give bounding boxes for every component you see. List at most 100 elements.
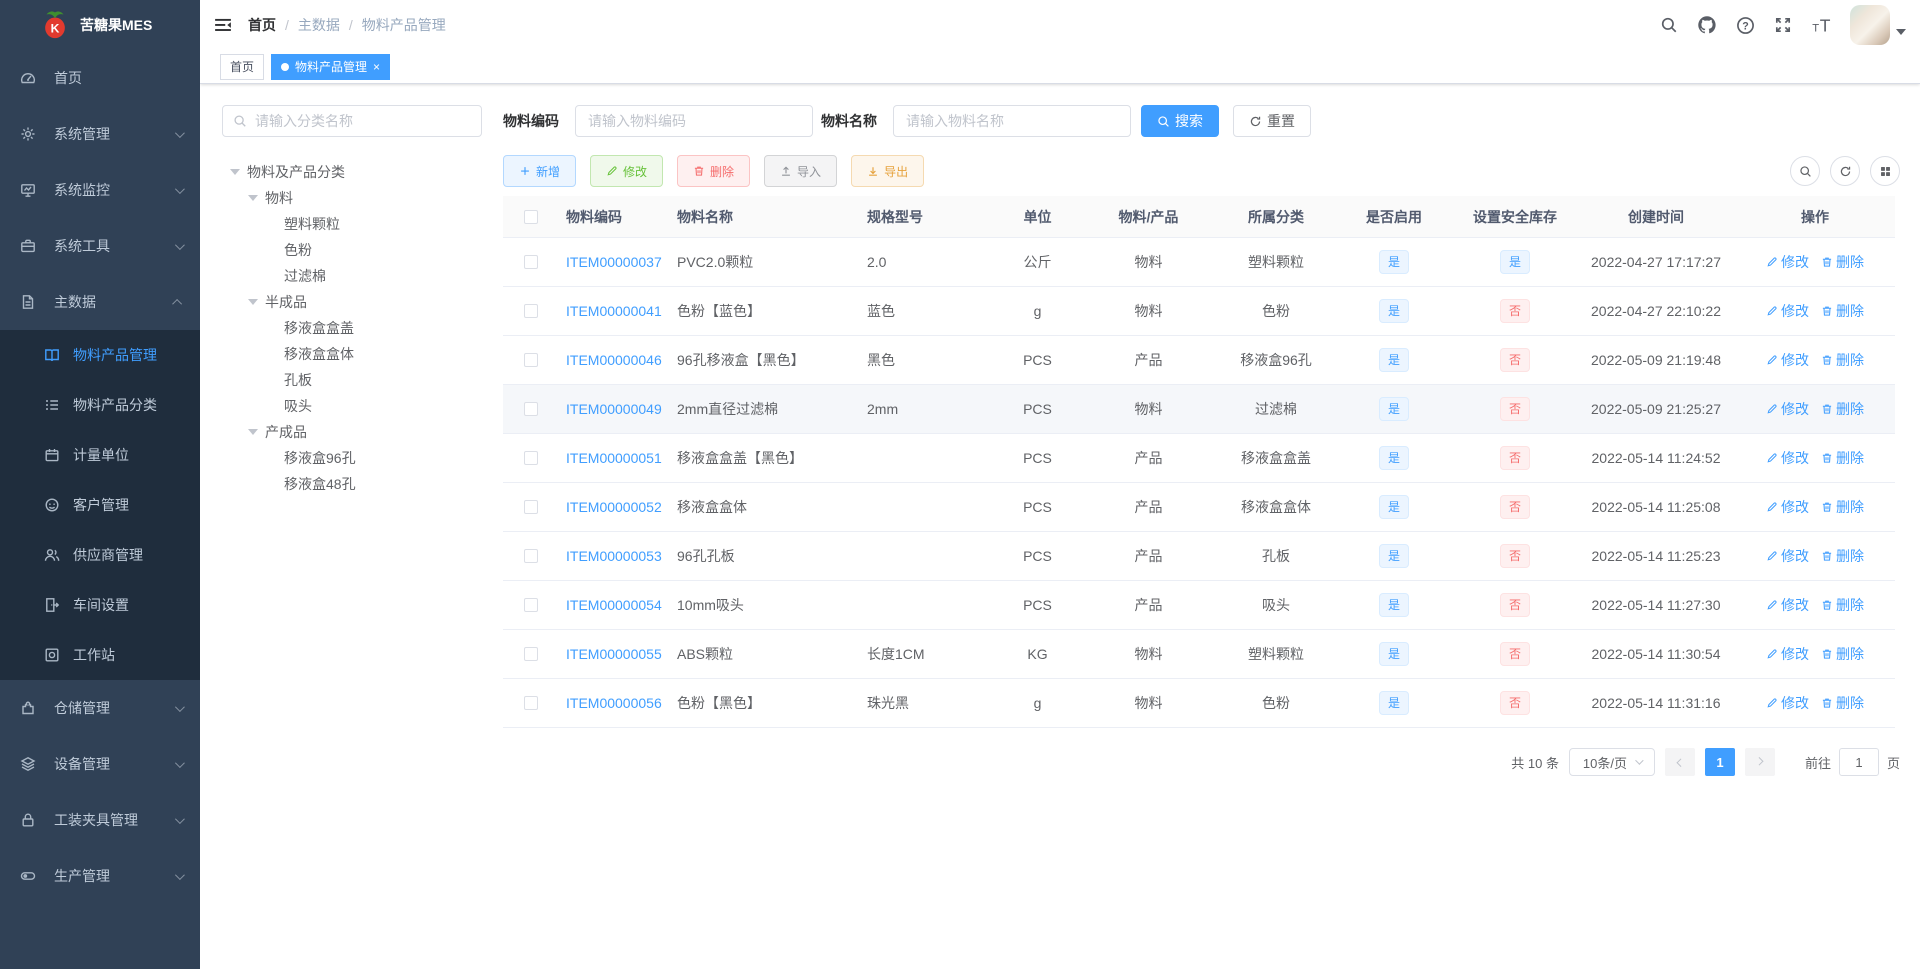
item-code-link[interactable]: ITEM00000041 [566, 303, 662, 319]
edit-link[interactable]: 修改 [1766, 350, 1809, 370]
tab-home[interactable]: 首页 [220, 53, 265, 80]
search-button[interactable]: 搜索 [1141, 105, 1219, 137]
tree-node[interactable]: 孔板 [222, 367, 482, 393]
tree-node[interactable]: 产成品 [222, 419, 482, 445]
row-checkbox[interactable] [523, 696, 538, 710]
row-checkbox[interactable] [523, 353, 538, 367]
delete-link[interactable]: 删除 [1821, 595, 1864, 615]
tree-node[interactable]: 吸头 [222, 393, 482, 419]
app-logo[interactable]: 苦糖果MES [0, 0, 200, 50]
item-code-link[interactable]: ITEM00000051 [566, 450, 662, 466]
sidebar-item-system-monitor[interactable]: 系统监控 [0, 162, 200, 218]
sidebar-item-master-data[interactable]: 主数据 [0, 274, 200, 330]
delete-link[interactable]: 删除 [1821, 497, 1864, 517]
sidebar-item-workstation[interactable]: 工作站 [0, 630, 200, 680]
edit-link[interactable]: 修改 [1766, 595, 1809, 615]
tree-node[interactable]: 过滤棉 [222, 263, 482, 289]
edit-link[interactable]: 修改 [1766, 546, 1809, 566]
sidebar-item-production-mgmt[interactable]: 生产管理 [0, 848, 200, 904]
edit-link[interactable]: 修改 [1766, 252, 1809, 272]
row-checkbox[interactable] [523, 451, 538, 465]
next-page-button[interactable] [1744, 748, 1775, 776]
add-button[interactable]: 新增 [503, 155, 577, 187]
close-icon[interactable]: × [373, 61, 380, 73]
breadcrumb-home[interactable]: 首页 [248, 15, 276, 35]
delete-link[interactable]: 删除 [1821, 546, 1864, 566]
delete-button[interactable]: 删除 [677, 155, 751, 187]
tree-node[interactable]: 移液盒48孔 [222, 471, 482, 497]
edit-link[interactable]: 修改 [1766, 448, 1809, 468]
row-checkbox[interactable] [523, 402, 538, 416]
row-checkbox[interactable] [523, 500, 538, 514]
tab-material-product-mgmt[interactable]: 物料产品管理 × [271, 53, 391, 80]
search-icon[interactable] [1650, 0, 1688, 50]
delete-link[interactable]: 删除 [1821, 448, 1864, 468]
column-settings-icon[interactable] [1870, 156, 1900, 186]
sidebar-item-material-product-mgmt[interactable]: 物料产品管理 [0, 330, 200, 380]
sidebar-item-material-product-category[interactable]: 物料产品分类 [0, 380, 200, 430]
edit-link[interactable]: 修改 [1766, 399, 1809, 419]
tree-node[interactable]: 色粉 [222, 237, 482, 263]
import-button[interactable]: 导入 [764, 155, 838, 187]
tree-node[interactable]: 物料及产品分类 [222, 159, 482, 185]
caret-down-icon[interactable] [230, 169, 240, 175]
page-size-select[interactable]: 10条/页 [1568, 748, 1655, 776]
goto-page-input[interactable] [1838, 748, 1879, 776]
sidebar-item-measure-unit[interactable]: 计量单位 [0, 430, 200, 480]
material-code-input[interactable] [575, 105, 813, 137]
tree-node[interactable]: 移液盒96孔 [222, 445, 482, 471]
select-all-checkbox[interactable] [523, 209, 538, 224]
page-number-1[interactable]: 1 [1704, 748, 1735, 776]
sidebar-item-customer-mgmt[interactable]: 客户管理 [0, 480, 200, 530]
item-code-link[interactable]: ITEM00000037 [566, 254, 662, 270]
prev-page-button[interactable] [1664, 748, 1695, 776]
edit-button[interactable]: 修改 [590, 155, 664, 187]
caret-down-icon[interactable] [1896, 29, 1906, 35]
caret-down-icon[interactable] [248, 195, 258, 201]
sidebar-item-home[interactable]: 首页 [0, 50, 200, 106]
row-checkbox[interactable] [523, 255, 538, 269]
item-code-link[interactable]: ITEM00000052 [566, 499, 662, 515]
caret-down-icon[interactable] [248, 299, 258, 305]
item-code-link[interactable]: ITEM00000056 [566, 695, 662, 711]
tree-node[interactable]: 物料 [222, 185, 482, 211]
tree-node[interactable]: 塑料颗粒 [222, 211, 482, 237]
sidebar-item-warehouse-mgmt[interactable]: 仓储管理 [0, 680, 200, 736]
delete-link[interactable]: 删除 [1821, 693, 1864, 713]
row-checkbox[interactable] [523, 304, 538, 318]
item-code-link[interactable]: ITEM00000046 [566, 352, 662, 368]
sidebar-item-equipment-mgmt[interactable]: 设备管理 [0, 736, 200, 792]
sidebar-item-tooling-mgmt[interactable]: 工装夹具管理 [0, 792, 200, 848]
reset-button[interactable]: 重置 [1233, 105, 1311, 137]
delete-link[interactable]: 删除 [1821, 399, 1864, 419]
row-checkbox[interactable] [523, 549, 538, 563]
delete-link[interactable]: 删除 [1821, 644, 1864, 664]
delete-link[interactable]: 删除 [1821, 350, 1864, 370]
edit-link[interactable]: 修改 [1766, 301, 1809, 321]
refresh-table-icon[interactable] [1830, 156, 1860, 186]
delete-link[interactable]: 删除 [1821, 252, 1864, 272]
edit-link[interactable]: 修改 [1766, 693, 1809, 713]
font-size-icon[interactable] [1802, 0, 1840, 50]
item-code-link[interactable]: ITEM00000053 [566, 548, 662, 564]
sidebar-item-system-tools[interactable]: 系统工具 [0, 218, 200, 274]
category-search-input[interactable] [255, 113, 471, 129]
tree-node[interactable]: 移液盒盒盖 [222, 315, 482, 341]
sidebar-item-supplier-mgmt[interactable]: 供应商管理 [0, 530, 200, 580]
avatar[interactable] [1850, 5, 1890, 45]
show-search-icon[interactable] [1790, 156, 1820, 186]
item-code-link[interactable]: ITEM00000055 [566, 646, 662, 662]
help-icon[interactable] [1726, 0, 1764, 50]
edit-link[interactable]: 修改 [1766, 644, 1809, 664]
caret-down-icon[interactable] [248, 429, 258, 435]
fullscreen-icon[interactable] [1764, 0, 1802, 50]
row-checkbox[interactable] [523, 647, 538, 661]
material-name-input[interactable] [893, 105, 1131, 137]
sidebar-item-workshop-settings[interactable]: 车间设置 [0, 580, 200, 630]
sidebar-toggle-icon[interactable] [200, 0, 246, 50]
tree-node[interactable]: 移液盒盒体 [222, 341, 482, 367]
export-button[interactable]: 导出 [851, 155, 925, 187]
github-icon[interactable] [1688, 0, 1726, 50]
item-code-link[interactable]: ITEM00000054 [566, 597, 662, 613]
tree-node[interactable]: 半成品 [222, 289, 482, 315]
